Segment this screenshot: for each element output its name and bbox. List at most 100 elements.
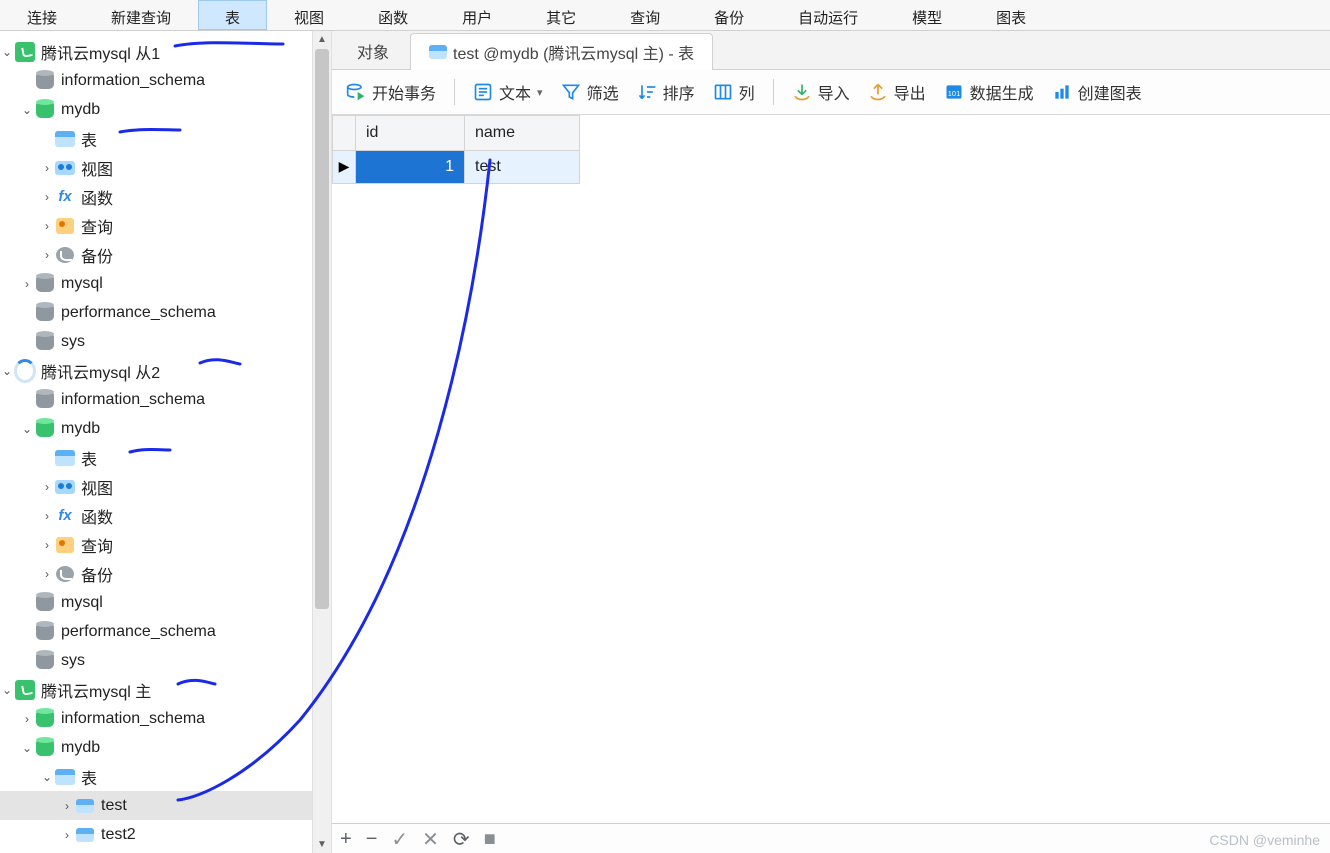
tree-node-label: 表 [81,765,97,789]
table-row[interactable]: ▶1test [333,151,580,184]
chevron-right-icon[interactable]: › [40,161,54,175]
menu-1[interactable]: 新建查询 [84,0,198,30]
tree-node[interactable]: ·表 [0,443,312,472]
chevron-right-icon[interactable]: › [40,480,54,494]
chevron-down-icon[interactable]: ⌄ [20,741,34,755]
apply-button[interactable]: ✓ [391,827,408,852]
chevron-right-icon[interactable]: › [40,190,54,204]
tree-node[interactable]: › mysql [0,269,312,298]
tree-node[interactable]: ·sys [0,327,312,356]
tree-node[interactable]: ·performance_schema [0,617,312,646]
tree-node[interactable]: ·performance_schema [0,298,312,327]
menu-10[interactable]: 模型 [885,0,969,30]
spacer: · [20,393,34,407]
chevron-right-icon[interactable]: › [40,248,54,262]
stop-button[interactable]: ■ [484,828,496,851]
chevron-right-icon[interactable]: › [60,799,74,813]
menu-2[interactable]: 表 [198,0,267,30]
cell-id[interactable]: 1 [356,151,465,184]
chevron-down-icon[interactable]: ⌄ [40,770,54,784]
menu-8[interactable]: 备份 [687,0,771,30]
chevron-right-icon[interactable]: › [40,219,54,233]
tree-node[interactable]: ⌄mydb [0,95,312,124]
chevron-right-icon[interactable]: › [40,509,54,523]
tree-node[interactable]: ·information_schema [0,385,312,414]
tree-node[interactable]: ⌄表 [0,762,312,791]
add-row-button[interactable]: + [340,828,352,851]
menu-5[interactable]: 用户 [435,0,519,30]
scroll-thumb[interactable] [315,49,329,609]
function-icon: fх [54,505,76,527]
table-icon [74,795,96,817]
chart-button[interactable]: 创建图表 [1044,76,1150,108]
tab-0[interactable]: 对象 [338,32,408,69]
menu-7[interactable]: 查询 [603,0,687,30]
delete-row-button[interactable]: − [366,828,378,851]
chevron-down-icon[interactable]: ⌄ [0,45,14,59]
chevron-right-icon[interactable]: › [60,828,74,842]
tree-node[interactable]: › 备份 [0,240,312,269]
text-button[interactable]: 文本 ▾ [465,76,551,108]
chevron-right-icon[interactable]: › [20,277,34,291]
begin-transaction-button[interactable]: 开始事务 [338,76,444,108]
chart-label: 创建图表 [1078,80,1142,104]
sort-button[interactable]: 排序 [629,76,703,108]
tree-node[interactable]: ›test [0,791,312,820]
tree-node[interactable]: ›备份 [0,559,312,588]
export-label: 导出 [894,80,926,104]
tree-node[interactable]: ·information_schema [0,66,312,95]
cancel-button[interactable]: ✕ [422,827,439,852]
import-button[interactable]: 导入 [784,76,858,108]
tree-node-label: 备份 [81,243,113,267]
tree-node[interactable]: ›fх函数 [0,182,312,211]
refresh-button[interactable]: ⟳ [453,827,470,852]
tree-node-label: information_schema [61,72,205,90]
menu-4[interactable]: 函数 [351,0,435,30]
tree-node[interactable]: ⌄腾讯云mysql 从1 [0,37,312,66]
tree-node[interactable]: ·mysql [0,588,312,617]
database-icon [34,273,56,295]
database-icon [34,302,56,324]
chevron-right-icon[interactable]: › [20,712,34,726]
menu-0[interactable]: 连接 [0,0,84,30]
export-button[interactable]: 导出 [860,76,934,108]
sidebar-scrollbar[interactable]: ▲ ▼ [312,31,332,853]
tree-node[interactable]: ›查询 [0,211,312,240]
menu-11[interactable]: 图表 [969,0,1053,30]
chevron-right-icon[interactable]: › [40,567,54,581]
tree-node[interactable]: ⌄腾讯云mysql 从2 [0,356,312,385]
datagen-button[interactable]: 101 数据生成 [936,76,1042,108]
tree-node[interactable]: ›information_schema [0,704,312,733]
tree-node[interactable]: ·sys [0,646,312,675]
menu-9[interactable]: 自动运行 [771,0,885,30]
menu-3[interactable]: 视图 [267,0,351,30]
tree-node[interactable]: ·表 [0,124,312,153]
tree-node-label: mysql [61,275,103,293]
tree-node[interactable]: ⌄腾讯云mysql 主 [0,675,312,704]
tree-node[interactable]: ›fх函数 [0,501,312,530]
columns-button[interactable]: 列 [705,76,763,108]
scroll-up-icon[interactable]: ▲ [313,31,331,49]
columns-icon [713,82,733,102]
chevron-down-icon[interactable]: ⌄ [0,364,14,378]
column-header-id[interactable]: id [356,116,465,151]
cell-name[interactable]: test [465,151,580,184]
filter-button[interactable]: 筛选 [553,76,627,108]
scroll-down-icon[interactable]: ▼ [313,836,331,853]
tab-1[interactable]: test @mydb (腾讯云mysql 主) - 表 [410,33,713,70]
menu-6[interactable]: 其它 [519,0,603,30]
chevron-down-icon[interactable]: ⌄ [20,422,34,436]
chevron-down-icon[interactable]: ⌄ [20,103,34,117]
database-icon [34,70,56,92]
table-icon [429,45,447,59]
tree-node[interactable]: ›视图 [0,153,312,182]
data-grid[interactable]: id name ▶1test [332,115,580,184]
column-header-name[interactable]: name [465,116,580,151]
tree-node[interactable]: ⌄mydb [0,414,312,443]
tree-node[interactable]: ›查询 [0,530,312,559]
tree-node[interactable]: ›视图 [0,472,312,501]
tree-node[interactable]: ›test2 [0,820,312,849]
chevron-down-icon[interactable]: ⌄ [0,683,14,697]
tree-node[interactable]: ⌄mydb [0,733,312,762]
chevron-right-icon[interactable]: › [40,538,54,552]
